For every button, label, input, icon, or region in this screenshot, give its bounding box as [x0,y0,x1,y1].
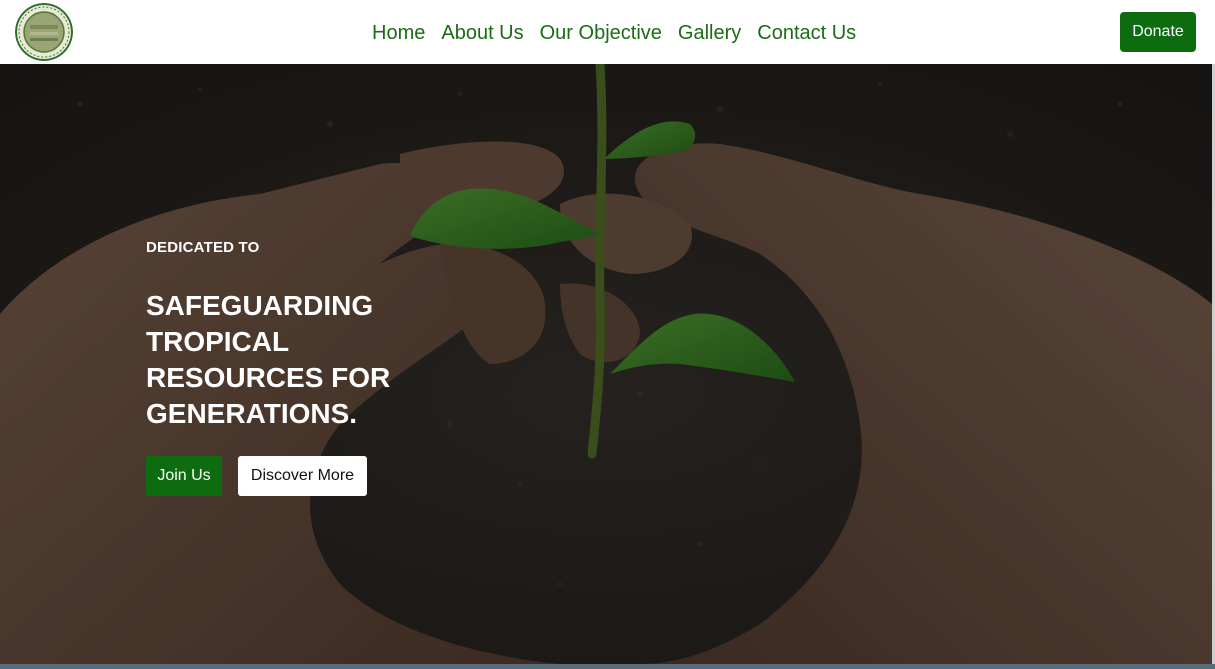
discover-more-button[interactable]: Discover More [238,456,367,496]
donate-button[interactable]: Donate [1120,12,1196,52]
next-section-edge [0,664,1215,669]
nav-gallery[interactable]: Gallery [678,22,741,45]
nav-home[interactable]: Home [372,22,425,45]
site-logo[interactable] [15,3,73,61]
join-us-button[interactable]: Join Us [146,456,222,496]
hero-eyebrow: DEDICATED TO [146,239,260,256]
hero-section: DEDICATED TO SAFEGUARDING TROPICAL RESOU… [0,64,1212,664]
main-nav: Home About Us Our Objective Gallery Cont… [364,18,864,48]
site-header: Home About Us Our Objective Gallery Cont… [0,0,1215,64]
organization-seal-logo [15,3,73,61]
nav-about-us[interactable]: About Us [441,22,523,45]
hero-headline: SAFEGUARDING TROPICAL RESOURCES FOR GENE… [146,290,391,429]
nav-contact-us[interactable]: Contact Us [757,22,856,45]
page: Home About Us Our Objective Gallery Cont… [0,0,1215,669]
nav-our-objective[interactable]: Our Objective [540,22,662,45]
